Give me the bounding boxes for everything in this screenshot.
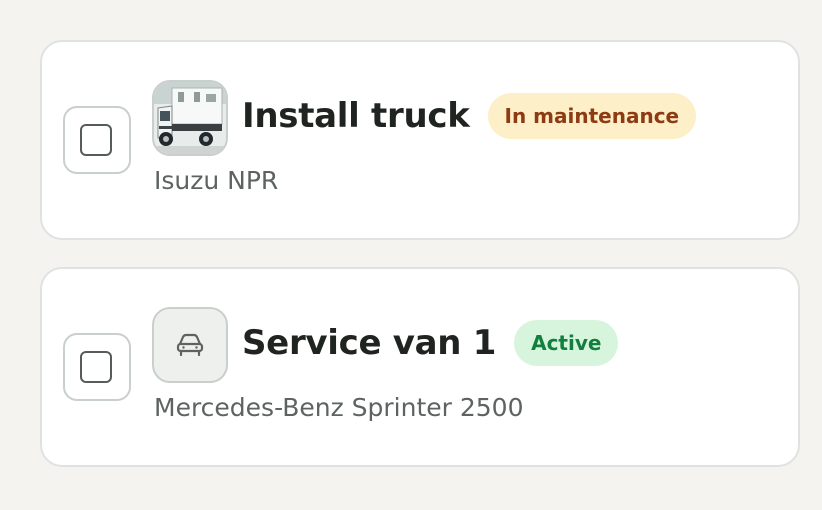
status-badge: In maintenance — [487, 93, 697, 139]
vehicle-model: Isuzu NPR — [154, 166, 279, 195]
vehicle-card[interactable]: Install truck In maintenance Isuzu NPR — [40, 40, 800, 240]
truck-photo — [154, 82, 226, 154]
vehicle-name[interactable]: Install truck — [242, 96, 470, 136]
vehicle-photo — [152, 80, 228, 156]
vehicle-thumbnail-placeholder — [152, 307, 228, 383]
checkbox[interactable] — [80, 351, 112, 383]
vehicle-model: Mercedes-Benz Sprinter 2500 — [154, 393, 524, 422]
car-icon — [176, 333, 204, 357]
select-vehicle-checkbox-area[interactable] — [63, 333, 131, 401]
vehicle-card[interactable]: Service van 1 Active Mercedes-Benz Sprin… — [40, 267, 800, 467]
vehicle-name[interactable]: Service van 1 — [242, 323, 496, 363]
status-badge: Active — [514, 320, 619, 366]
vehicle-title-row: Service van 1 Active — [242, 317, 619, 369]
checkbox[interactable] — [80, 124, 112, 156]
select-vehicle-checkbox-area[interactable] — [63, 106, 131, 174]
vehicle-title-row: Install truck In maintenance — [242, 90, 697, 142]
